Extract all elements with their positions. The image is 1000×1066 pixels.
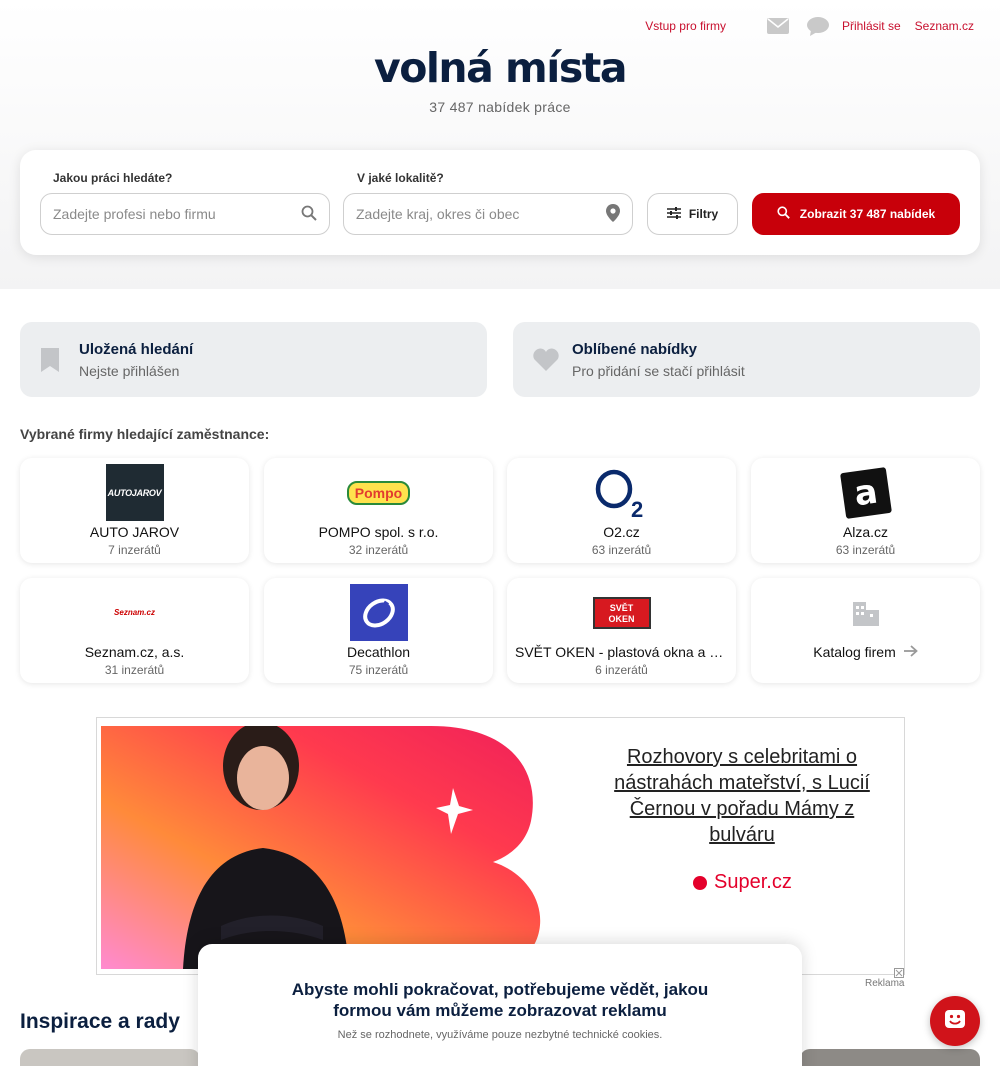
job-search-placeholder: Zadejte profesi nebo firmu: [53, 206, 216, 222]
consent-body: Než se rozhodnete, využíváme pouze nezby…: [337, 1029, 663, 1041]
company-name: O2.cz: [603, 524, 640, 540]
offers-count: 37 487 nabídek práce: [429, 99, 571, 115]
inspiration-thumbnail[interactable]: [20, 1049, 200, 1066]
seznam-logo-text: Seznam.cz: [114, 608, 155, 617]
favorite-offers-title: Oblíbené nabídky: [572, 341, 698, 358]
ad-brand[interactable]: Super.cz: [693, 871, 792, 894]
company-catalog-label: Katalog firem: [813, 644, 896, 660]
cookie-consent-dialog: Abyste mohli pokračovat, potřebujeme věd…: [198, 944, 802, 1066]
consent-heading: Abyste mohli pokračovat, potřebujeme věd…: [291, 980, 709, 1020]
ad-image: [101, 726, 541, 969]
heart-icon: [533, 348, 559, 372]
search-icon: [777, 206, 790, 222]
companies-section-label: Vybrané firmy hledající zaměstnance:: [20, 426, 270, 442]
seznam-logo: Seznam.cz: [106, 584, 164, 641]
firms-entry-link[interactable]: Vstup pro firmy: [645, 19, 726, 33]
search-panel: Jakou práci hledáte? Zadejte profesi neb…: [20, 150, 980, 255]
saved-searches-title: Uložená hledání: [79, 341, 194, 358]
pompo-logo: Pompo: [346, 464, 411, 521]
alza-logo-text: a: [851, 471, 880, 514]
page-title: volná místa: [373, 44, 628, 92]
mail-icon[interactable]: [766, 16, 790, 36]
company-card-seznam[interactable]: Seznam.cz Seznam.cz, a.s. 31 inzerátů: [20, 578, 249, 683]
svg-text:2: 2: [631, 497, 643, 519]
ad-headline-link[interactable]: Rozhovory s celebritami o nástrahách mat…: [603, 744, 881, 848]
sliders-icon: [666, 206, 681, 222]
buildings-icon: [837, 584, 895, 641]
chat-icon[interactable]: [806, 16, 830, 36]
company-card-alza[interactable]: a Alza.cz 63 inzerátů: [751, 458, 980, 563]
company-card-pompo[interactable]: Pompo POMPO spol. s r.o. 32 inzerátů: [264, 458, 493, 563]
saved-searches-subtitle: Nejste přihlášen: [79, 363, 180, 379]
alza-logo: a: [837, 464, 895, 521]
company-ads-count: 31 inzerátů: [104, 663, 165, 677]
company-name: POMPO spol. s r.o.: [318, 524, 439, 540]
location-field-label: V jaké lokalitě?: [357, 171, 444, 185]
company-ads-count: 63 inzerátů: [591, 543, 652, 557]
o2-logo: 2: [593, 464, 651, 521]
company-ads-count: 32 inzerátů: [348, 543, 409, 557]
company-name: AUTO JAROV: [89, 524, 180, 540]
company-catalog-link: Katalog firem: [751, 644, 980, 660]
seznam-link[interactable]: Seznam.cz: [915, 19, 974, 33]
login-link[interactable]: Přihlásit se: [842, 19, 901, 33]
job-field-label: Jakou práci hledáte?: [53, 171, 173, 185]
filters-button[interactable]: Filtry: [647, 193, 738, 235]
smile-icon: [945, 1009, 965, 1033]
company-card-decathlon[interactable]: Decathlon 75 inzerátů: [264, 578, 493, 683]
feedback-button[interactable]: [930, 996, 980, 1046]
show-offers-button[interactable]: Zobrazit 37 487 nabídek: [752, 193, 960, 235]
top-navigation: Vstup pro firmy Přihlásit se Seznam.cz: [645, 16, 974, 36]
job-search-input[interactable]: Zadejte profesi nebo firmu: [40, 193, 330, 235]
company-card-svet-oken[interactable]: SVĚT OKEN SVĚT OKEN - plastová okna a dv…: [507, 578, 736, 683]
favorite-offers-tile[interactable]: Oblíbené nabídky Pro přidání se stačí př…: [513, 322, 980, 397]
location-input[interactable]: Zadejte kraj, okres či obec: [343, 193, 633, 235]
arrow-right-icon: [903, 644, 918, 660]
favorite-offers-subtitle: Pro přidání se stačí přihlásit: [572, 363, 745, 379]
inspiration-thumbnail[interactable]: [800, 1049, 980, 1066]
location-placeholder: Zadejte kraj, okres či obec: [356, 206, 520, 222]
show-offers-label: Zobrazit 37 487 nabídek: [799, 207, 936, 221]
saved-searches-tile[interactable]: Uložená hledání Nejste přihlášen: [20, 322, 487, 397]
svet-oken-logo: SVĚT OKEN: [592, 584, 651, 641]
company-name: SVĚT OKEN - plastová okna a dveře: [515, 644, 728, 660]
company-ads-count: 7 inzerátů: [108, 543, 161, 557]
company-card-o2[interactable]: 2 O2.cz 63 inzerátů: [507, 458, 736, 563]
decathlon-logo: [349, 584, 408, 641]
company-card-auto-jarov[interactable]: AUTOJAROV AUTO JAROV 7 inzerátů: [20, 458, 249, 563]
bookmark-icon: [40, 348, 62, 372]
ad-label: Reklama: [865, 978, 905, 989]
search-icon: [301, 205, 317, 224]
ad-brand-name: Super.cz: [714, 871, 792, 893]
company-ads-count: 75 inzerátů: [348, 663, 409, 677]
super-logo-icon: [693, 875, 707, 890]
advertisement-banner[interactable]: Rozhovory s celebritami o nástrahách mat…: [96, 717, 905, 975]
company-ads-count: 63 inzerátů: [835, 543, 896, 557]
svet-oken-logo-text: SVĚT OKEN: [608, 602, 635, 624]
inspiration-heading: Inspirace a rady: [20, 1010, 180, 1033]
company-name: Seznam.cz, a.s.: [84, 644, 185, 660]
company-name: Decathlon: [346, 644, 411, 660]
auto-jarov-logo: AUTOJAROV: [105, 464, 164, 521]
company-catalog-card[interactable]: Katalog firem: [751, 578, 980, 683]
filters-label: Filtry: [688, 207, 719, 221]
auto-jarov-logo-text: AUTOJAROV: [107, 487, 162, 498]
company-name: Alza.cz: [842, 524, 889, 540]
company-ads-count: 6 inzerátů: [595, 663, 648, 677]
pompo-logo-text: Pompo: [346, 480, 411, 505]
ad-choices-icon[interactable]: [894, 965, 904, 978]
location-pin-icon: [606, 203, 620, 225]
